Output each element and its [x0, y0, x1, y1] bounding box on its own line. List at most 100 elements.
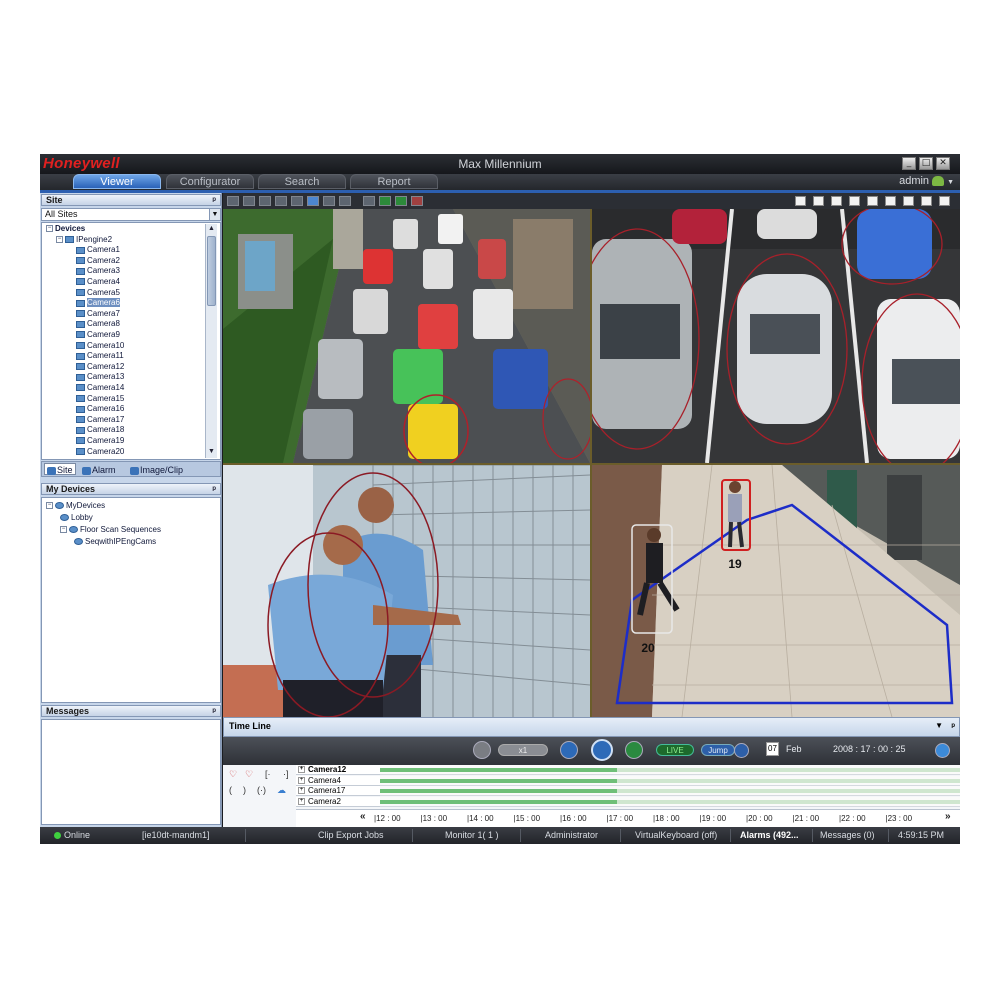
mydevices-item[interactable]: − Floor Scan Sequences	[60, 525, 161, 536]
cloud-icon[interactable]: ☁	[277, 785, 286, 796]
tree-camera-4[interactable]: Camera4	[76, 277, 120, 288]
time-ruler[interactable]: « » |12 : 00 |13 : 00 |14 : 00 |15 : 00 |16 …	[296, 809, 960, 827]
tree-camera-11[interactable]: Camera11	[76, 351, 124, 362]
tree-camera-12[interactable]: Camera12	[76, 362, 124, 373]
expand-icon[interactable]: +	[298, 776, 305, 784]
snapshot-icon[interactable]	[227, 196, 239, 206]
tree-camera-18[interactable]: Camera18	[76, 425, 124, 436]
virtual-keyboard-status[interactable]: VirtualKeyboard (off)	[635, 830, 717, 840]
dropdown-arrow-icon[interactable]: ▼	[209, 209, 220, 220]
tree-node-devices[interactable]: − Devices	[46, 224, 85, 235]
timeline-track[interactable]	[380, 786, 960, 796]
layout-1p5-icon[interactable]	[849, 196, 860, 206]
monitor-status[interactable]: Monitor 1( 1 )	[445, 830, 499, 840]
audio-icon[interactable]	[323, 196, 335, 206]
tab-viewer[interactable]: Viewer	[73, 174, 161, 189]
collapse-icon[interactable]: −	[56, 235, 63, 243]
collapse-icon[interactable]: −	[46, 502, 53, 510]
tree-camera-10[interactable]: Camera10	[76, 341, 124, 352]
messages-count[interactable]: Messages (0)	[820, 830, 875, 840]
alarms-count[interactable]: Alarms (492...	[740, 830, 799, 840]
rewind-icon[interactable]	[560, 741, 578, 759]
tab-alarm[interactable]: Alarm	[82, 464, 116, 476]
tree-camera-13[interactable]: Camera13	[76, 372, 124, 383]
speed-slider[interactable]: x1	[498, 744, 548, 756]
stop-icon[interactable]	[411, 196, 423, 206]
tree-camera-6[interactable]: Camera6	[76, 298, 120, 309]
tree-camera-19[interactable]: Camera19	[76, 436, 124, 447]
pin-icon[interactable]: ᵖ	[951, 718, 955, 734]
video-tile-fence[interactable]	[223, 465, 590, 717]
play-icon[interactable]	[379, 196, 391, 206]
tree-camera-1[interactable]: Camera1	[76, 245, 120, 256]
layout-custom-icon[interactable]	[921, 196, 932, 206]
timeline-track[interactable]	[380, 765, 960, 775]
layout-1x1-icon[interactable]	[795, 196, 806, 206]
expand-icon[interactable]: +	[298, 797, 305, 805]
timeline-track[interactable]	[380, 796, 960, 807]
forward-icon[interactable]	[625, 741, 643, 759]
expand-icon[interactable]: +	[298, 766, 305, 773]
tab-site[interactable]: Site	[44, 463, 76, 475]
tree-camera-15[interactable]: Camera15	[76, 394, 124, 405]
tree-camera-2[interactable]: Camera2	[76, 256, 120, 267]
tab-configurator[interactable]: Configurator	[166, 174, 254, 189]
alert-icon[interactable]	[395, 196, 407, 206]
clip-export-jobs[interactable]: Clip Export Jobs	[318, 830, 384, 840]
scroll-down-icon[interactable]: ▼	[206, 447, 217, 457]
timeline-menu-icon[interactable]: ▼	[935, 718, 943, 734]
ptz-icon[interactable]	[307, 196, 319, 206]
bracket-close-icon[interactable]: )	[243, 785, 246, 795]
collapse-icon[interactable]: −	[60, 526, 67, 534]
export-icon[interactable]	[259, 196, 271, 206]
heart-alt-icon[interactable]: ♡	[245, 769, 253, 780]
timeline-track[interactable]	[380, 775, 960, 786]
mark-in-icon[interactable]: [·	[265, 769, 271, 779]
tree-camera-9[interactable]: Camera9	[76, 330, 120, 341]
tree-camera-17[interactable]: Camera17	[76, 415, 124, 426]
search-icon[interactable]	[734, 743, 749, 758]
tab-search[interactable]: Search	[258, 174, 346, 189]
refresh-icon[interactable]	[473, 741, 491, 759]
pin-icon[interactable]: ᵖ	[212, 195, 216, 205]
timeline-camera-row[interactable]: + Camera4	[296, 775, 380, 786]
layout-2x2-icon[interactable]	[813, 196, 824, 206]
print-icon[interactable]	[275, 196, 287, 206]
calendar-day[interactable]: 07	[766, 742, 779, 756]
layout-3x3-icon[interactable]	[867, 196, 878, 206]
jump-button[interactable]: Jump	[701, 744, 735, 756]
maximize-button[interactable]: □	[919, 157, 933, 170]
datetime-readout[interactable]: 2008 : 17 : 00 : 25	[833, 744, 906, 754]
mydevices-item[interactable]: − MyDevices	[46, 501, 105, 512]
bracket-open-icon[interactable]: (	[229, 785, 232, 795]
mydevices-item[interactable]: SeqwithIPEngCams	[74, 537, 156, 548]
bracket-pair-icon[interactable]: (·)	[257, 785, 266, 795]
video-tile-parking[interactable]	[592, 209, 960, 463]
fullscreen-icon[interactable]	[939, 196, 950, 206]
tree-camera-3[interactable]: Camera3	[76, 266, 120, 277]
timeline-camera-row[interactable]: + Camera2	[296, 796, 380, 807]
tree-node-engine[interactable]: − IPengine2	[56, 235, 112, 246]
layout-4x4-icon[interactable]	[903, 196, 914, 206]
scroll-up-icon[interactable]: ▲	[206, 224, 217, 234]
tree-camera-16[interactable]: Camera16	[76, 404, 124, 415]
tree-camera-20[interactable]: Camera20	[76, 447, 124, 458]
ruler-next-icon[interactable]: »	[945, 811, 951, 822]
device-tree-scrollbar[interactable]: ▲ ▼	[205, 224, 217, 458]
heart-icon[interactable]: ♡	[229, 769, 237, 780]
video-tile-corridor[interactable]: 19 20	[592, 465, 960, 717]
tree-camera-7[interactable]: Camera7	[76, 309, 120, 320]
timeline-camera-row[interactable]: + Camera12	[296, 765, 380, 775]
record-icon[interactable]	[243, 196, 255, 206]
layout-1p3-icon[interactable]	[831, 196, 842, 206]
mark-out-icon[interactable]: ·]	[283, 769, 289, 779]
tab-image-clip[interactable]: Image/Clip	[130, 464, 183, 476]
collapse-icon[interactable]: −	[46, 225, 53, 233]
live-button[interactable]: LIVE	[656, 744, 694, 756]
pause-icon[interactable]	[591, 739, 613, 761]
zoom-icon[interactable]	[291, 196, 303, 206]
mydevices-item[interactable]: Lobby	[60, 513, 93, 524]
timeline-camera-row[interactable]: + Camera17	[296, 786, 380, 796]
scroll-thumb[interactable]	[207, 236, 216, 306]
grid-icon[interactable]	[339, 196, 351, 206]
